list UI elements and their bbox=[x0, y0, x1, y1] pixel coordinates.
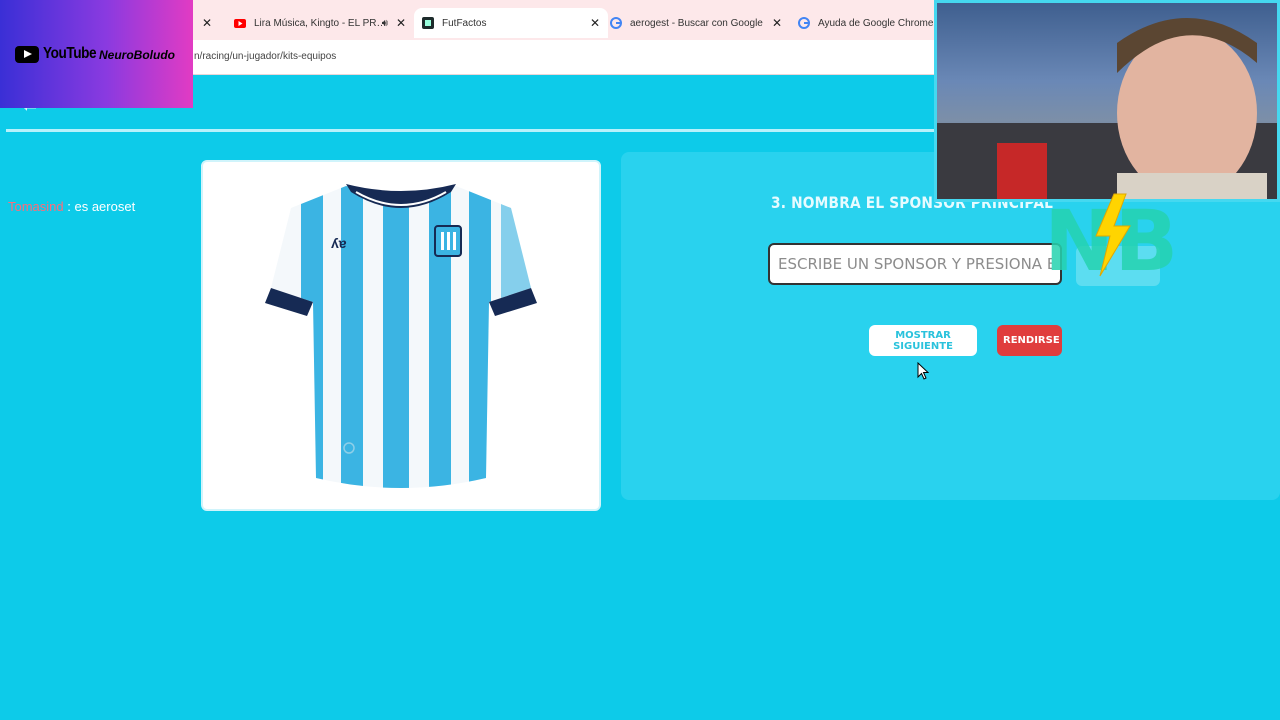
url-text[interactable]: n/racing/un-jugador/kits-equipos bbox=[194, 51, 336, 62]
google-icon bbox=[798, 17, 810, 29]
youtube-channel-overlay: YouTube NeuroBoludo bbox=[0, 0, 193, 108]
close-tab-icon[interactable]: ✕ bbox=[396, 16, 406, 30]
nb-channel-logo: NB bbox=[1044, 192, 1178, 284]
youtube-wordmark: YouTube bbox=[43, 45, 97, 62]
tab-title: aerogest - Buscar con Google bbox=[630, 17, 763, 29]
tab-youtube[interactable]: Lira Música, Kingto - EL PR… 🔊︎ ✕ bbox=[230, 10, 414, 36]
jersey-image: ʎɐ bbox=[265, 184, 537, 488]
channel-name: NeuroBoludo bbox=[99, 48, 175, 62]
chat-separator: : bbox=[63, 199, 75, 214]
tab-title: Ayuda de Google Chrome bbox=[818, 17, 934, 29]
tab-futfactos[interactable]: FutFactos ✕ bbox=[414, 8, 608, 38]
give-up-button[interactable]: RENDIRSE bbox=[997, 325, 1062, 356]
tab-title: FutFactos bbox=[442, 17, 487, 29]
webcam-feed bbox=[934, 0, 1280, 202]
chat-text: es aeroset bbox=[74, 199, 136, 214]
header-divider bbox=[6, 129, 934, 132]
jersey-card: ʎɐ bbox=[201, 160, 601, 511]
chat-username: Tomasind bbox=[8, 199, 64, 214]
close-tab-icon[interactable]: ✕ bbox=[772, 16, 782, 30]
tab-chrome-help[interactable]: Ayuda de Google Chrome bbox=[794, 10, 938, 36]
futfactos-icon bbox=[422, 17, 434, 29]
close-tab-icon[interactable]: ✕ bbox=[590, 16, 600, 30]
tab-google-search[interactable]: aerogest - Buscar con Google ✕ bbox=[606, 10, 790, 36]
brand-logo: ʎɐ bbox=[331, 235, 347, 251]
youtube-play-icon bbox=[15, 46, 39, 63]
mouse-cursor-icon bbox=[917, 362, 929, 380]
speaker-icon[interactable]: 🔊︎ bbox=[382, 18, 388, 29]
chat-message: Tomasind : es aeroset bbox=[8, 199, 135, 214]
youtube-icon bbox=[234, 17, 246, 29]
tab-title: Lira Música, Kingto - EL PR… bbox=[254, 17, 387, 29]
tab-partial-left[interactable]: ✕ bbox=[190, 10, 220, 36]
google-icon bbox=[610, 17, 622, 29]
close-tab-icon[interactable]: ✕ bbox=[202, 16, 212, 30]
streamer-silhouette bbox=[937, 18, 1277, 199]
show-next-button[interactable]: MOSTRAR SIGUIENTE bbox=[869, 325, 977, 356]
sponsor-input[interactable] bbox=[768, 243, 1062, 285]
